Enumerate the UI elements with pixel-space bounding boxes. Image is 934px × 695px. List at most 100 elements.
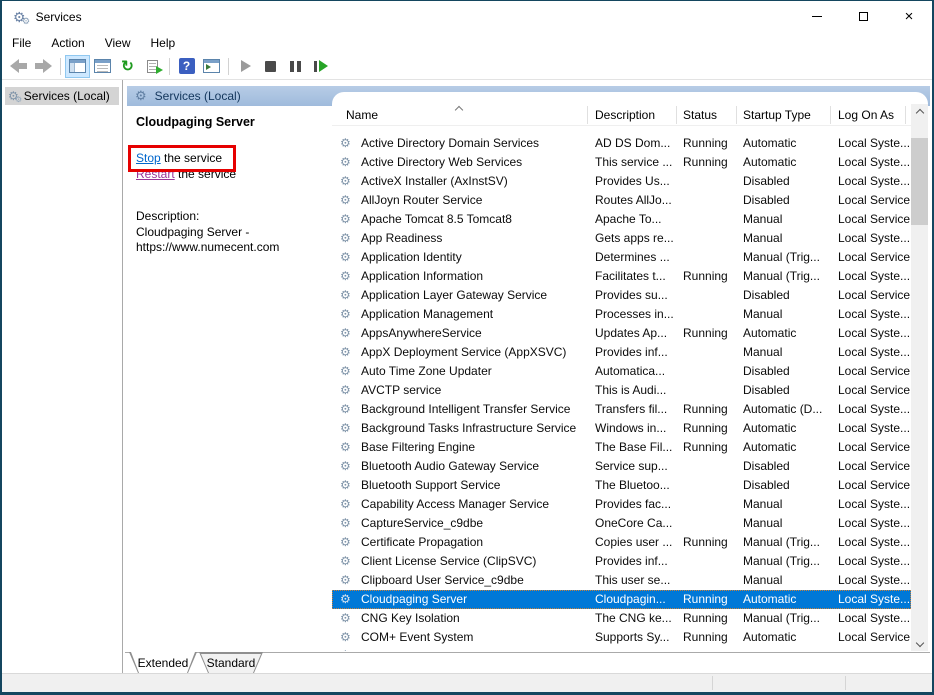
table-row[interactable]: ⚙Certificate Propagation Copies user ...… (332, 533, 911, 552)
column-header-log-on-as[interactable]: Log On As (830, 104, 911, 126)
cell-description: Supports Sy... (587, 628, 676, 647)
pause-service-button[interactable] (283, 55, 308, 78)
cell-name: ⚙CNG Key Isolation (332, 609, 587, 628)
show-action-pane-button[interactable] (199, 55, 224, 78)
table-row[interactable]: ⚙Base Filtering Engine The Base Fil... R… (332, 438, 911, 457)
export-list-button[interactable] (140, 55, 165, 78)
description-label: Description: (136, 209, 199, 223)
window-title: Services (36, 10, 82, 24)
table-row[interactable]: ⚙AppX Deployment Service (AppXSVC) Provi… (332, 343, 911, 362)
table-row[interactable]: ⚙App Readiness Gets apps re... Manual Lo… (332, 229, 911, 248)
table-row[interactable]: ⚙Clipboard User Service_c9dbe This user … (332, 571, 911, 590)
cell-status (676, 457, 736, 476)
start-service-button[interactable] (233, 55, 258, 78)
table-row[interactable]: ⚙Client License Service (ClipSVC) Provid… (332, 552, 911, 571)
restart-service-button[interactable] (308, 55, 333, 78)
services-gear-icon: ⚙ (135, 88, 147, 104)
services-window: ⚙⚙ Services × File Action View Help ↻ ? (0, 0, 934, 695)
table-row[interactable]: ⚙Bluetooth Support Service The Bluetoo..… (332, 476, 911, 495)
service-gear-icon: ⚙ (340, 153, 351, 172)
cell-name: ⚙Background Intelligent Transfer Service (332, 400, 587, 419)
menu-help[interactable]: Help (141, 34, 186, 52)
table-row[interactable]: ⚙Capability Access Manager Service Provi… (332, 495, 911, 514)
sidebar-item-services-local[interactable]: ⚙⚙ Services (Local) (5, 87, 119, 105)
chevron-down-icon (915, 638, 923, 646)
tab-standard[interactable]: Standard (199, 652, 263, 673)
scroll-up-button[interactable] (911, 104, 928, 121)
minimize-button[interactable] (794, 1, 840, 32)
column-divider[interactable] (736, 106, 737, 124)
table-row[interactable]: ⚙Active Directory Web Services This serv… (332, 153, 911, 172)
table-row[interactable]: ⚙Auto Time Zone Updater Automatica... Di… (332, 362, 911, 381)
cell-status (676, 571, 736, 590)
cell-description: Copies user ... (587, 533, 676, 552)
close-button[interactable]: × (886, 1, 932, 32)
results-pane-title: Services (Local) (155, 89, 241, 103)
cell-log-on-as: Local Syste... (830, 305, 911, 324)
service-gear-icon: ⚙ (340, 628, 351, 647)
table-row[interactable]: ⚙AppsAnywhereService Updates Ap... Runni… (332, 324, 911, 343)
service-gear-icon: ⚙ (340, 457, 351, 476)
table-row[interactable]: ⚙AllJoyn Router Service Routes AllJo... … (332, 191, 911, 210)
table-row[interactable]: ⚙COM+ Event System Supports Sy... Runnin… (332, 628, 911, 647)
close-icon: × (905, 9, 914, 24)
cell-startup-type: Automatic (736, 628, 830, 647)
menu-action[interactable]: Action (41, 34, 94, 52)
back-button[interactable] (6, 55, 31, 78)
table-row[interactable]: ⚙Bluetooth Audio Gateway Service Service… (332, 457, 911, 476)
stop-service-link[interactable]: Stop (136, 151, 161, 165)
cell-log-on-as: Local Syste... (830, 153, 911, 172)
show-console-tree-button[interactable] (65, 55, 90, 78)
table-row[interactable]: ⚙Application Management Processes in... … (332, 305, 911, 324)
table-row[interactable]: ⚙AVCTP service This is Audi... Disabled … (332, 381, 911, 400)
column-divider[interactable] (676, 106, 677, 124)
column-divider[interactable] (905, 106, 906, 124)
cell-startup-type: Disabled (736, 172, 830, 191)
cell-description: Processes in... (587, 305, 676, 324)
cell-status (676, 248, 736, 267)
stop-service-button[interactable] (258, 55, 283, 78)
cell-description: Routes AllJo... (587, 191, 676, 210)
restart-service-link[interactable]: Restart (136, 167, 175, 181)
scroll-down-button[interactable] (911, 634, 928, 651)
cell-name: ⚙ActiveX Installer (AxInstSV) (332, 172, 587, 191)
table-row[interactable]: ⚙Cloudpaging Server Cloudpagin... Runnin… (332, 590, 911, 609)
table-row[interactable]: ⚙Application Identity Determines ... Man… (332, 248, 911, 267)
service-gear-icon: ⚙ (340, 419, 351, 438)
cell-name: ⚙COM+ Event System (332, 628, 587, 647)
cell-startup-type: Automatic (736, 590, 830, 609)
table-row[interactable]: ⚙ActiveX Installer (AxInstSV) Provides U… (332, 172, 911, 191)
scrollbar-thumb[interactable] (911, 138, 928, 225)
table-row[interactable]: ⚙Active Directory Domain Services AD DS … (332, 134, 911, 153)
cell-log-on-as: Local Syste... (830, 590, 911, 609)
column-header-description[interactable]: Description (587, 104, 676, 126)
cell-name: ⚙Cloudpaging Server (332, 590, 587, 609)
cell-description: Provides inf... (587, 343, 676, 362)
column-divider[interactable] (587, 106, 588, 124)
column-header-startup-type[interactable]: Startup Type (736, 104, 830, 126)
cell-startup-type: Disabled (736, 286, 830, 305)
maximize-button[interactable] (840, 1, 886, 32)
table-row[interactable]: ⚙Application Layer Gateway Service Provi… (332, 286, 911, 305)
services-gear-icon: ⚙⚙ (13, 10, 26, 24)
table-row[interactable]: ⚙Background Tasks Infrastructure Service… (332, 419, 911, 438)
column-header-status[interactable]: Status (676, 104, 736, 126)
refresh-button[interactable]: ↻ (115, 55, 140, 78)
help-button[interactable]: ? (174, 55, 199, 78)
table-row[interactable]: ⚙Apache Tomcat 8.5 Tomcat8 Apache To... … (332, 210, 911, 229)
table-row[interactable]: ⚙Application Information Facilitates t..… (332, 267, 911, 286)
properties-button[interactable] (90, 55, 115, 78)
menu-file[interactable]: File (2, 34, 41, 52)
service-gear-icon: ⚙ (340, 476, 351, 495)
forward-button[interactable] (31, 55, 56, 78)
toolbar-separator (60, 58, 61, 75)
table-row[interactable]: ⚙CaptureService_c9dbe OneCore Ca... Manu… (332, 514, 911, 533)
vertical-scrollbar[interactable] (911, 104, 928, 651)
table-row[interactable]: ⚙CNG Key Isolation The CNG ke... Running… (332, 609, 911, 628)
cell-log-on-as: Local Syste... (830, 495, 911, 514)
tab-extended[interactable]: Extended (129, 652, 197, 673)
menu-view[interactable]: View (95, 34, 141, 52)
title-bar: ⚙⚙ Services × (2, 1, 932, 32)
table-row[interactable]: ⚙Background Intelligent Transfer Service… (332, 400, 911, 419)
column-divider[interactable] (830, 106, 831, 124)
